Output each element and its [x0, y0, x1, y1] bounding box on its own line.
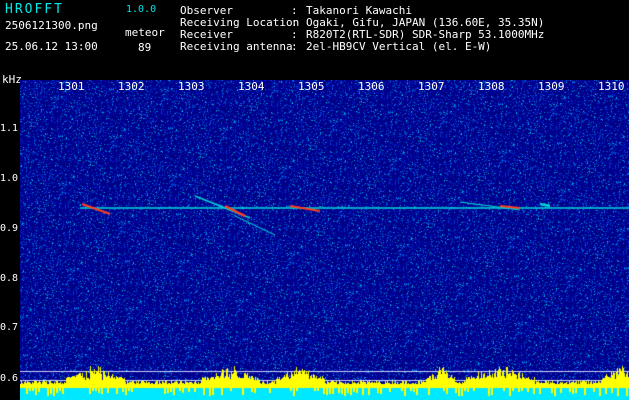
colon: :: [291, 28, 298, 41]
colon: :: [291, 16, 298, 29]
x-tick: 1307: [418, 80, 445, 93]
observer-label: Observer: [180, 4, 233, 17]
spectrogram-canvas: [20, 80, 629, 400]
location-value: Ogaki, Gifu, JAPAN (136.60E, 35.35N): [306, 16, 545, 29]
app-version: 1.0.0: [126, 4, 157, 15]
colon: :: [291, 4, 298, 17]
receiver-value: R820T2(RTL-SDR) SDR-Sharp 53.1000MHz: [306, 28, 545, 41]
x-tick: 1310: [598, 80, 625, 93]
y-tick: 0.8: [0, 273, 19, 284]
y-tick: 1.0: [0, 173, 19, 184]
x-tick: 1303: [178, 80, 205, 93]
location-label: Receiving Location: [180, 16, 300, 29]
x-tick: 1305: [298, 80, 325, 93]
x-tick: 1308: [478, 80, 505, 93]
spectrogram-plot: [20, 80, 629, 400]
receiver-label: Receiver: [180, 28, 233, 41]
x-tick: 1301: [58, 80, 85, 93]
meteor-label: meteor: [125, 26, 165, 39]
colon: :: [291, 40, 298, 53]
y-tick: 1.1: [0, 123, 19, 134]
observer-value: Takanori Kawachi: [306, 4, 412, 17]
y-axis-unit: kHz: [2, 73, 22, 86]
antenna-label: Receiving antenna: [180, 40, 293, 53]
x-tick: 1302: [118, 80, 145, 93]
y-tick: 0.6: [0, 373, 19, 384]
x-tick: 1306: [358, 80, 385, 93]
meteor-count: 89: [138, 41, 152, 54]
timestamp: 25.06.12 13:00: [5, 40, 98, 53]
x-tick: 1309: [538, 80, 565, 93]
antenna-value: 2el-HB9CV Vertical (el. E-W): [306, 40, 492, 53]
y-tick: 0.9: [0, 223, 19, 234]
x-tick: 1304: [238, 80, 265, 93]
app-name: HROFFT: [5, 2, 64, 17]
y-tick: 0.7: [0, 322, 19, 333]
file-name: 2506121300.png: [5, 19, 98, 32]
spectrogram-window: HROFFT 1.0.0 2506121300.png 25.06.12 13:…: [0, 0, 629, 400]
